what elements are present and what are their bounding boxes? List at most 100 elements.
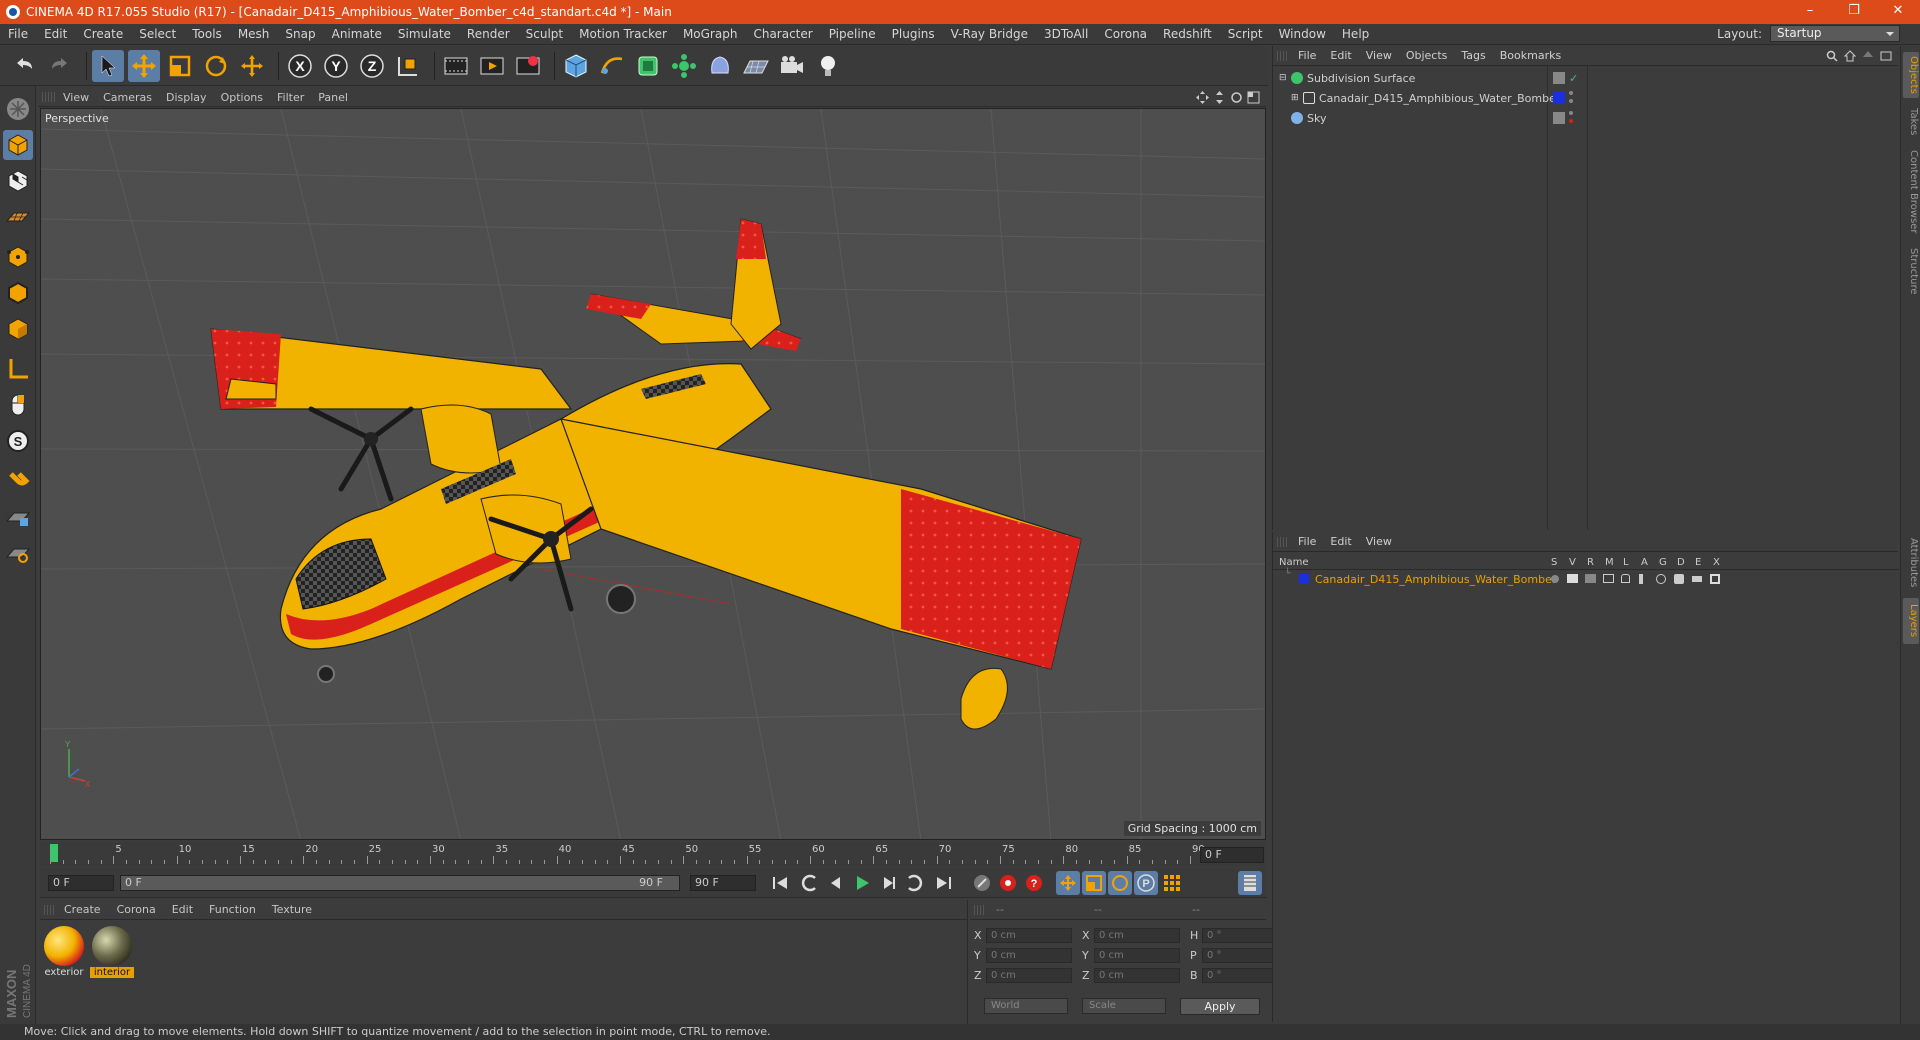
obj-menu-objects[interactable]: Objects [1399, 49, 1455, 62]
play-forward-icon[interactable] [850, 871, 874, 895]
editor-visibility-dot-icon[interactable] [1569, 91, 1573, 95]
mat-menu-edit[interactable]: Edit [164, 903, 201, 916]
move-icon[interactable] [128, 50, 160, 82]
panel-grip-icon[interactable] [42, 92, 56, 102]
autokey-icon[interactable] [996, 871, 1020, 895]
menu-snap[interactable]: Snap [277, 27, 323, 41]
tab-structure[interactable]: Structure [1903, 244, 1919, 298]
size-y-field[interactable]: 0 cm [1094, 948, 1180, 963]
workplane-mode-icon[interactable] [3, 202, 33, 232]
current-frame-field[interactable]: 0 F [1200, 847, 1264, 863]
coordinate-system-icon[interactable] [392, 50, 424, 82]
vp-menu-options[interactable]: Options [214, 91, 270, 104]
material-exterior[interactable]: exterior [42, 926, 86, 978]
apply-button[interactable]: Apply [1180, 998, 1260, 1015]
rotate-view-icon[interactable] [1230, 91, 1243, 104]
render-visibility-dot-icon[interactable] [1569, 119, 1573, 123]
manager-toggle-icon[interactable] [1603, 574, 1614, 583]
close-button[interactable]: ✕ [1876, 0, 1920, 24]
vp-menu-filter[interactable]: Filter [270, 91, 311, 104]
menu-tools[interactable]: Tools [184, 27, 230, 41]
menu-sculpt[interactable]: Sculpt [518, 27, 571, 41]
world-dropdown[interactable]: World [984, 998, 1068, 1014]
tab-layers[interactable]: Layers [1903, 598, 1919, 644]
menu-edit[interactable]: Edit [36, 27, 75, 41]
vp-menu-view[interactable]: View [56, 91, 96, 104]
material-interior[interactable]: interior [90, 926, 134, 978]
mograph-cloner-icon[interactable] [668, 50, 700, 82]
menu-redshift[interactable]: Redshift [1155, 27, 1220, 41]
obj-menu-tags[interactable]: Tags [1454, 49, 1492, 62]
key-scale-icon[interactable] [1082, 871, 1106, 895]
position-x-field[interactable]: 0 cm [986, 928, 1072, 943]
scale-dropdown[interactable]: Scale [1082, 998, 1166, 1014]
panel-grip-icon[interactable] [974, 904, 986, 915]
menu-window[interactable]: Window [1271, 27, 1334, 41]
go-to-end-icon[interactable] [932, 871, 956, 895]
up-arrow-icon[interactable] [1862, 50, 1874, 62]
panel-grip-icon[interactable] [1277, 50, 1289, 61]
layer-tag-icon[interactable] [1553, 72, 1565, 84]
x-axis-icon[interactable]: X [284, 50, 316, 82]
timeline-ticks[interactable]: 051015202530354045505560657075808590 [50, 842, 1205, 866]
timeline-ruler[interactable]: 051015202530354045505560657075808590 0 F [40, 842, 1266, 866]
render-toggle-icon[interactable] [1585, 574, 1596, 583]
object-row-subdivision-surface[interactable]: ⊟ Subdivision Surface ✓ [1273, 68, 1899, 88]
tab-content-browser[interactable]: Content Browser [1903, 146, 1919, 238]
key-rotation-icon[interactable] [1108, 871, 1132, 895]
light-icon[interactable] [812, 50, 844, 82]
workplane-align-icon[interactable] [3, 538, 33, 568]
lock-toggle-icon[interactable] [1621, 574, 1630, 583]
previous-frame-icon[interactable] [824, 871, 848, 895]
points-mode-icon[interactable] [3, 242, 33, 272]
position-y-field[interactable]: 0 cm [986, 948, 1072, 963]
generator-toggle-icon[interactable] [1656, 574, 1666, 584]
minimize-button[interactable]: – [1788, 0, 1832, 24]
undo-icon[interactable] [8, 50, 40, 82]
render-settings-icon[interactable] [512, 50, 544, 82]
texture-mode-icon[interactable] [3, 166, 33, 196]
maximize-button[interactable]: ❐ [1832, 0, 1876, 24]
key-parameter-icon[interactable]: P [1134, 871, 1158, 895]
vp-menu-cameras[interactable]: Cameras [96, 91, 159, 104]
tab-objects[interactable]: Objects [1903, 52, 1919, 98]
menu-motion-tracker[interactable]: Motion Tracker [571, 27, 675, 41]
render-visibility-dot-icon[interactable] [1569, 99, 1573, 103]
snapping-icon[interactable]: S [3, 426, 33, 456]
menu-render[interactable]: Render [459, 27, 518, 41]
layer-color-swatch[interactable] [1553, 92, 1565, 104]
previous-key-icon[interactable] [798, 871, 822, 895]
key-point-level-icon[interactable] [1160, 871, 1184, 895]
next-key-icon[interactable] [902, 871, 926, 895]
panel-grip-icon[interactable] [44, 904, 56, 915]
menu-mesh[interactable]: Mesh [230, 27, 278, 41]
menu-corona[interactable]: Corona [1096, 27, 1155, 41]
spline-pen-icon[interactable] [596, 50, 628, 82]
start-frame-field[interactable]: 0 F [48, 875, 114, 891]
size-z-field[interactable]: 0 cm [1094, 968, 1180, 983]
deformer-icon[interactable] [704, 50, 736, 82]
model-mode-icon[interactable] [3, 130, 33, 160]
menu-plugins[interactable]: Plugins [884, 27, 943, 41]
new-view-icon[interactable] [1880, 50, 1892, 62]
perspective-viewport[interactable]: Y X Perspective Grid Spacing : 1000 cm [40, 108, 1266, 840]
panel-grip-icon[interactable] [1277, 536, 1289, 547]
obj-menu-file[interactable]: File [1291, 49, 1323, 62]
timeline-window-icon[interactable] [1238, 871, 1262, 895]
layout-dropdown[interactable]: Startup [1770, 25, 1900, 42]
enable-axis-icon[interactable] [3, 354, 33, 384]
menu-script[interactable]: Script [1220, 27, 1271, 41]
tweak-mode-icon[interactable] [3, 390, 33, 420]
next-frame-icon[interactable] [876, 871, 900, 895]
object-row-sky[interactable]: Sky [1273, 108, 1899, 128]
pan-view-icon[interactable] [1196, 91, 1209, 104]
move-tool-icon[interactable] [236, 50, 268, 82]
cube-icon[interactable] [560, 50, 592, 82]
render-to-picture-viewer-icon[interactable] [476, 50, 508, 82]
maximize-view-icon[interactable] [1247, 91, 1260, 104]
layer-menu-file[interactable]: File [1291, 535, 1323, 548]
layer-menu-edit[interactable]: Edit [1323, 535, 1358, 548]
camera-icon[interactable] [776, 50, 808, 82]
magnet-icon[interactable] [3, 466, 33, 496]
menu-pipeline[interactable]: Pipeline [821, 27, 884, 41]
